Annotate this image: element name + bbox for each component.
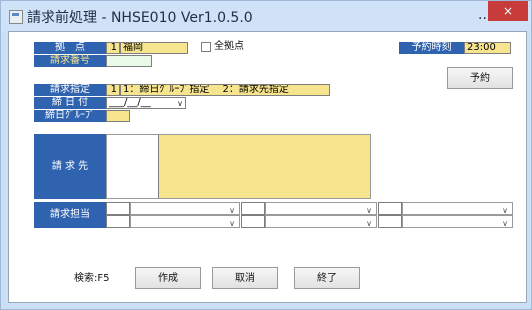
title-bar: 請求前処理 - NHSE010 Ver1.0.5.0 ... × (1, 1, 531, 31)
seikyusaki-label: 請 求 先 (34, 134, 106, 199)
shimebi-label: 締 日 付 (34, 97, 106, 109)
seikyu-tanto-label: 請求担当 (34, 202, 106, 228)
chevron-down-icon[interactable]: ∨ (363, 217, 375, 227)
seikyusaki-row[interactable] (107, 135, 370, 148)
seikyusaki-row[interactable] (107, 161, 370, 174)
seikyusaki-label-text: 請 求 先 (51, 161, 89, 172)
all-kyoten-label: 全拠点 (214, 41, 244, 52)
seikyusaki-name-field (159, 187, 370, 198)
yoyaku-time-input[interactable]: 23:00 (464, 42, 511, 54)
kyoten-name-value: 福岡 (123, 42, 143, 53)
shimebi-group-label: 締日ｸﾞﾙｰﾌﾟ (34, 110, 106, 122)
seikyusaki-row[interactable] (107, 174, 370, 187)
seikyusaki-code-input[interactable] (107, 148, 159, 161)
tanto-code-input-2b[interactable] (241, 215, 265, 228)
seikyusaki-code-input[interactable] (107, 187, 159, 198)
kyoten-code-value: 1 (110, 42, 117, 53)
seikyusaki-name-field (159, 135, 370, 148)
all-kyoten-checkbox[interactable] (201, 42, 211, 52)
create-button[interactable]: 作成 (135, 267, 201, 289)
seikyu-shitei-code-input[interactable]: 1 (106, 84, 120, 96)
seikyu-shitei-options-text: 1：締日ｸﾞﾙｰﾌﾟ指定 2：請求先指定 (123, 84, 289, 95)
seikyusaki-row[interactable] (107, 148, 370, 161)
window-title: 請求前処理 - NHSE010 Ver1.0.5.0 (27, 10, 253, 26)
tanto-code-input-2[interactable] (241, 202, 265, 215)
seikyusaki-row[interactable] (107, 187, 370, 198)
kyoten-code-input[interactable]: 1 (106, 42, 120, 54)
tanto-code-input-3[interactable] (378, 202, 402, 215)
app-window: 請求前処理 - NHSE010 Ver1.0.5.0 ... × 拠 点 1 福… (0, 0, 532, 310)
seikyusaki-grid (106, 134, 371, 199)
shimebi-date-picker[interactable]: ___/__/__ ∨ (106, 97, 186, 109)
close-button[interactable]: × (488, 1, 528, 21)
shimebi-date-value: ___/__/__ (109, 97, 151, 108)
window-app-icon (9, 10, 23, 24)
tanto-select-2b[interactable]: ∨ (265, 215, 377, 228)
chevron-down-icon[interactable]: ∨ (177, 99, 183, 108)
shimebi-group-input[interactable] (106, 110, 130, 122)
tanto-select-3b[interactable]: ∨ (402, 215, 513, 228)
tanto-select-1b[interactable]: ∨ (130, 215, 240, 228)
kyoten-name-field: 福岡 (120, 42, 188, 54)
tanto-code-input-1[interactable] (106, 202, 130, 215)
kyoten-label: 拠 点 (34, 42, 106, 54)
seikyu-shitei-code-value: 1 (110, 84, 117, 95)
chevron-down-icon[interactable]: ∨ (226, 204, 238, 214)
exit-button[interactable]: 終了 (294, 267, 360, 289)
tanto-select-2[interactable]: ∨ (265, 202, 377, 215)
seikyusaki-code-input[interactable] (107, 135, 159, 148)
yoyaku-button[interactable]: 予約 (447, 67, 513, 89)
seikyu-shitei-options: 1：締日ｸﾞﾙｰﾌﾟ指定 2：請求先指定 (120, 84, 330, 96)
chevron-down-icon[interactable]: ∨ (226, 217, 238, 227)
seikyusaki-name-field (159, 174, 370, 187)
tanto-select-3[interactable]: ∨ (402, 202, 513, 215)
form-panel: 拠 点 1 福岡 全拠点 予約時刻 23:00 請求番号 予約 請求指定 1 1… (8, 31, 527, 303)
chevron-down-icon[interactable]: ∨ (499, 217, 511, 227)
tanto-code-input-1b[interactable] (106, 215, 130, 228)
seikyusaki-name-field (159, 161, 370, 174)
cancel-button[interactable]: 取消 (212, 267, 278, 289)
seikyu-tanto-label-text: 請求担当 (50, 209, 90, 220)
tanto-select-1[interactable]: ∨ (130, 202, 240, 215)
seikyusaki-code-input[interactable] (107, 161, 159, 174)
seikyu-bango-input[interactable] (106, 55, 152, 67)
tanto-code-input-3b[interactable] (378, 215, 402, 228)
seikyusaki-code-input[interactable] (107, 174, 159, 187)
chevron-down-icon[interactable]: ∨ (499, 204, 511, 214)
chevron-down-icon[interactable]: ∨ (363, 204, 375, 214)
seikyu-bango-label: 請求番号 (34, 55, 106, 67)
search-hint: 検索:F5 (74, 273, 110, 284)
yoyaku-time-value: 23:00 (467, 42, 496, 53)
yoyaku-time-label: 予約時刻 (399, 42, 464, 54)
seikyu-shitei-label: 請求指定 (34, 84, 106, 96)
seikyusaki-name-field (159, 148, 370, 161)
